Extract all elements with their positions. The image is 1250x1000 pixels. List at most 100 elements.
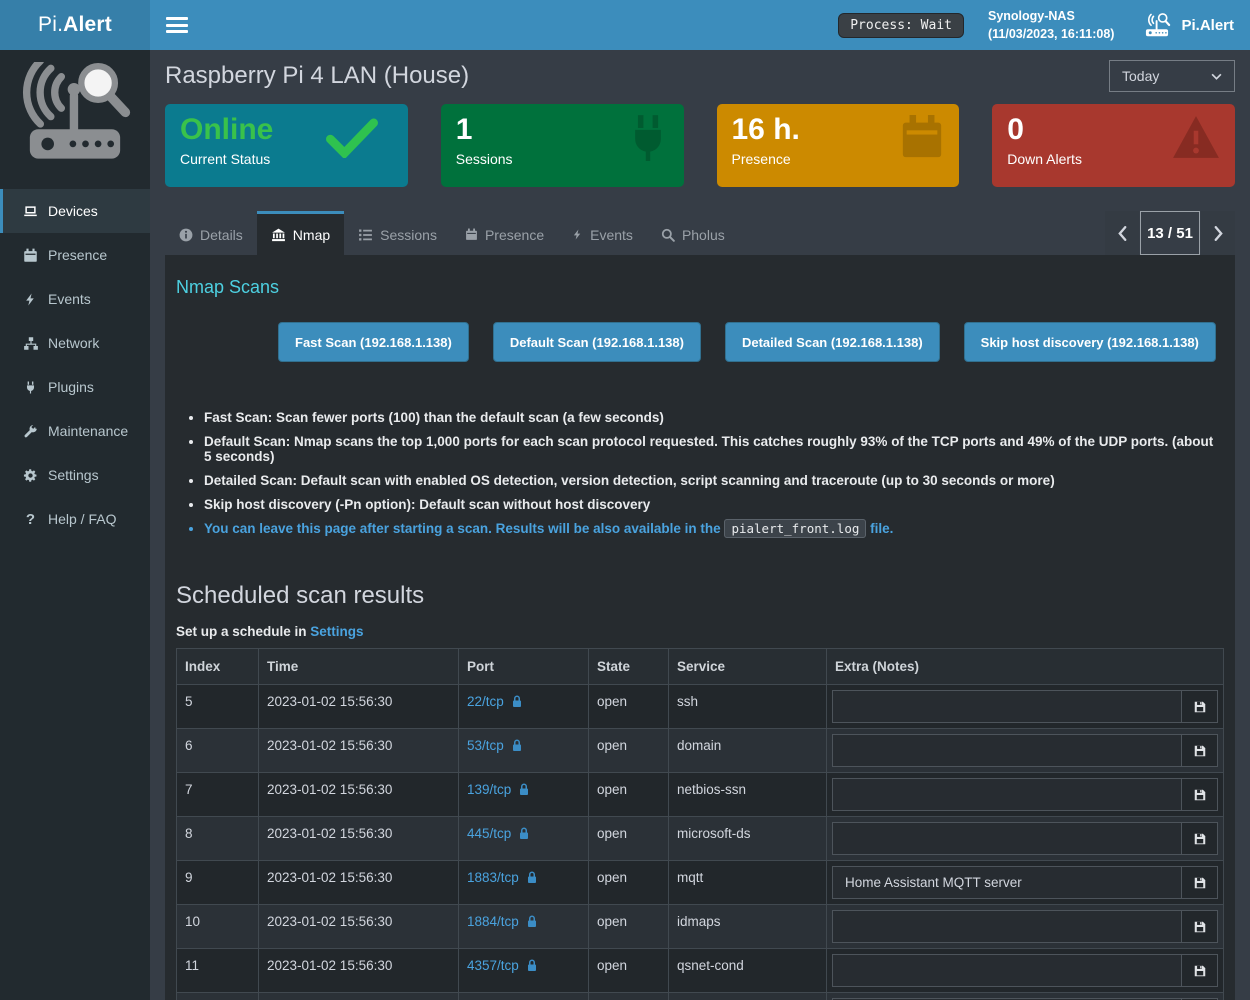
col-port: Port <box>459 649 589 685</box>
tab-pholus[interactable]: Pholus <box>647 211 739 255</box>
port-text: 53/tcp <box>467 738 504 753</box>
port-link[interactable]: 4357/tcp <box>467 958 538 973</box>
port-text: 445/tcp <box>467 826 511 841</box>
sidebar-item-help[interactable]: ? Help / FAQ <box>0 497 150 541</box>
cell-index: 12 <box>177 993 259 1000</box>
cell-state: open <box>589 861 669 905</box>
tab-label: Details <box>200 227 243 243</box>
save-note-button[interactable] <box>1181 735 1217 766</box>
scheduled-results-title: Scheduled scan results <box>176 582 1224 610</box>
tab-details[interactable]: Details <box>165 211 257 255</box>
log-file-chip: pialert_front.log <box>724 519 866 538</box>
gear-icon <box>22 468 39 483</box>
process-status-badge: Process: Wait <box>838 13 964 38</box>
card-sessions[interactable]: 1 Sessions <box>441 104 684 187</box>
port-link[interactable]: 139/tcp <box>467 782 530 797</box>
calendar-icon <box>22 248 39 263</box>
note-input[interactable] <box>833 867 1181 898</box>
note-input[interactable] <box>833 955 1181 986</box>
lock-icon <box>518 783 530 796</box>
wrench-icon <box>22 424 39 439</box>
calendar-icon <box>899 114 945 162</box>
cell-service: qsnet-cond <box>669 949 827 993</box>
cell-index: 7 <box>177 773 259 817</box>
cell-service: domain <box>669 729 827 773</box>
port-link[interactable]: 1883/tcp <box>467 870 538 885</box>
tab-label: Presence <box>485 227 544 243</box>
tab-nmap[interactable]: Nmap <box>257 211 344 255</box>
save-note-button[interactable] <box>1181 779 1217 810</box>
sidebar-item-settings[interactable]: Settings <box>0 453 150 497</box>
sidebar-item-plugins[interactable]: Plugins <box>0 365 150 409</box>
scan-log-note: You can leave this page after starting a… <box>204 521 1224 536</box>
port-link[interactable]: 1884/tcp <box>467 914 538 929</box>
brand-label: Pi.Alert <box>1181 17 1234 34</box>
app-logo[interactable]: Pi.Alert <box>0 0 150 50</box>
tab-events[interactable]: Events <box>558 211 647 255</box>
card-current-status[interactable]: Online Current Status <box>165 104 408 187</box>
host-info: Synology-NAS (11/03/2023, 16:11:08) <box>988 7 1115 43</box>
sidebar-item-presence[interactable]: Presence <box>0 233 150 277</box>
menu-icon[interactable] <box>166 17 188 33</box>
chevron-left-icon[interactable] <box>1105 211 1139 255</box>
port-link[interactable]: 445/tcp <box>467 826 530 841</box>
port-text: 1883/tcp <box>467 870 519 885</box>
cell-state: open <box>589 993 669 1000</box>
card-presence[interactable]: 16 h. Presence <box>717 104 960 187</box>
tab-presence[interactable]: Presence <box>451 211 558 255</box>
tabs-row: Details Nmap Sessions Presence <box>165 211 1235 255</box>
sidebar-item-label: Plugins <box>48 379 94 395</box>
calendar-icon <box>465 228 478 241</box>
bolt-icon <box>22 292 39 307</box>
save-note-button[interactable] <box>1181 691 1217 722</box>
ordered-list-icon <box>358 228 373 242</box>
save-note-button[interactable] <box>1181 823 1217 854</box>
cell-state: open <box>589 905 669 949</box>
default-scan-button[interactable]: Default Scan (192.168.1.138) <box>493 322 701 362</box>
tab-sessions[interactable]: Sessions <box>344 211 451 255</box>
cell-state: open <box>589 773 669 817</box>
period-select-value: Today <box>1122 68 1159 84</box>
sidebar-item-devices[interactable]: Devices <box>0 189 150 233</box>
question-icon: ? <box>22 511 39 528</box>
table-row: 7 2023-01-02 15:56:30 139/tcp open netbi… <box>177 773 1224 817</box>
detailed-scan-button[interactable]: Detailed Scan (192.168.1.138) <box>725 322 940 362</box>
cell-time: 2023-01-02 15:56:30 <box>259 905 459 949</box>
cell-index: 6 <box>177 729 259 773</box>
cell-state: open <box>589 685 669 729</box>
skip-host-discovery-button[interactable]: Skip host discovery (192.168.1.138) <box>964 322 1216 362</box>
brand[interactable]: Pi.Alert <box>1142 12 1234 39</box>
save-note-button[interactable] <box>1181 911 1217 942</box>
sidebar-item-label: Settings <box>48 467 99 483</box>
port-link[interactable]: 22/tcp <box>467 694 523 709</box>
save-note-button[interactable] <box>1181 867 1217 898</box>
page-title: Raspberry Pi 4 LAN (House) <box>165 62 469 90</box>
lock-icon <box>526 959 538 972</box>
table-row: 5 2023-01-02 15:56:30 22/tcp open ssh <box>177 685 1224 729</box>
cell-time: 2023-01-02 15:56:30 <box>259 729 459 773</box>
port-text: 139/tcp <box>467 782 511 797</box>
scan-log-note-suffix: file. <box>870 521 893 536</box>
port-link[interactable]: 53/tcp <box>467 738 523 753</box>
save-note-button[interactable] <box>1181 955 1217 986</box>
note-input[interactable] <box>833 823 1181 854</box>
card-down-alerts[interactable]: 0 Down Alerts <box>992 104 1235 187</box>
status-cards: Online Current Status 1 Sessions 16 h. P… <box>165 104 1235 187</box>
sidebar-item-maintenance[interactable]: Maintenance <box>0 409 150 453</box>
settings-link[interactable]: Settings <box>310 624 363 639</box>
scan-description-item: Skip host discovery (-Pn option): Defaul… <box>204 497 1224 512</box>
scan-description-item: Detailed Scan: Default scan with enabled… <box>204 473 1224 488</box>
fast-scan-button[interactable]: Fast Scan (192.168.1.138) <box>278 322 469 362</box>
sidebar-item-label: Devices <box>48 203 98 219</box>
period-select[interactable]: Today <box>1109 60 1235 92</box>
sidebar-item-network[interactable]: Network <box>0 321 150 365</box>
app-logo-bold: Alert <box>63 13 112 37</box>
chevron-right-icon[interactable] <box>1201 211 1235 255</box>
warning-icon <box>1171 114 1221 160</box>
sidebar-item-events[interactable]: Events <box>0 277 150 321</box>
note-input[interactable] <box>833 911 1181 942</box>
col-state: State <box>589 649 669 685</box>
note-input[interactable] <box>833 779 1181 810</box>
note-input[interactable] <box>833 735 1181 766</box>
note-input[interactable] <box>833 691 1181 722</box>
